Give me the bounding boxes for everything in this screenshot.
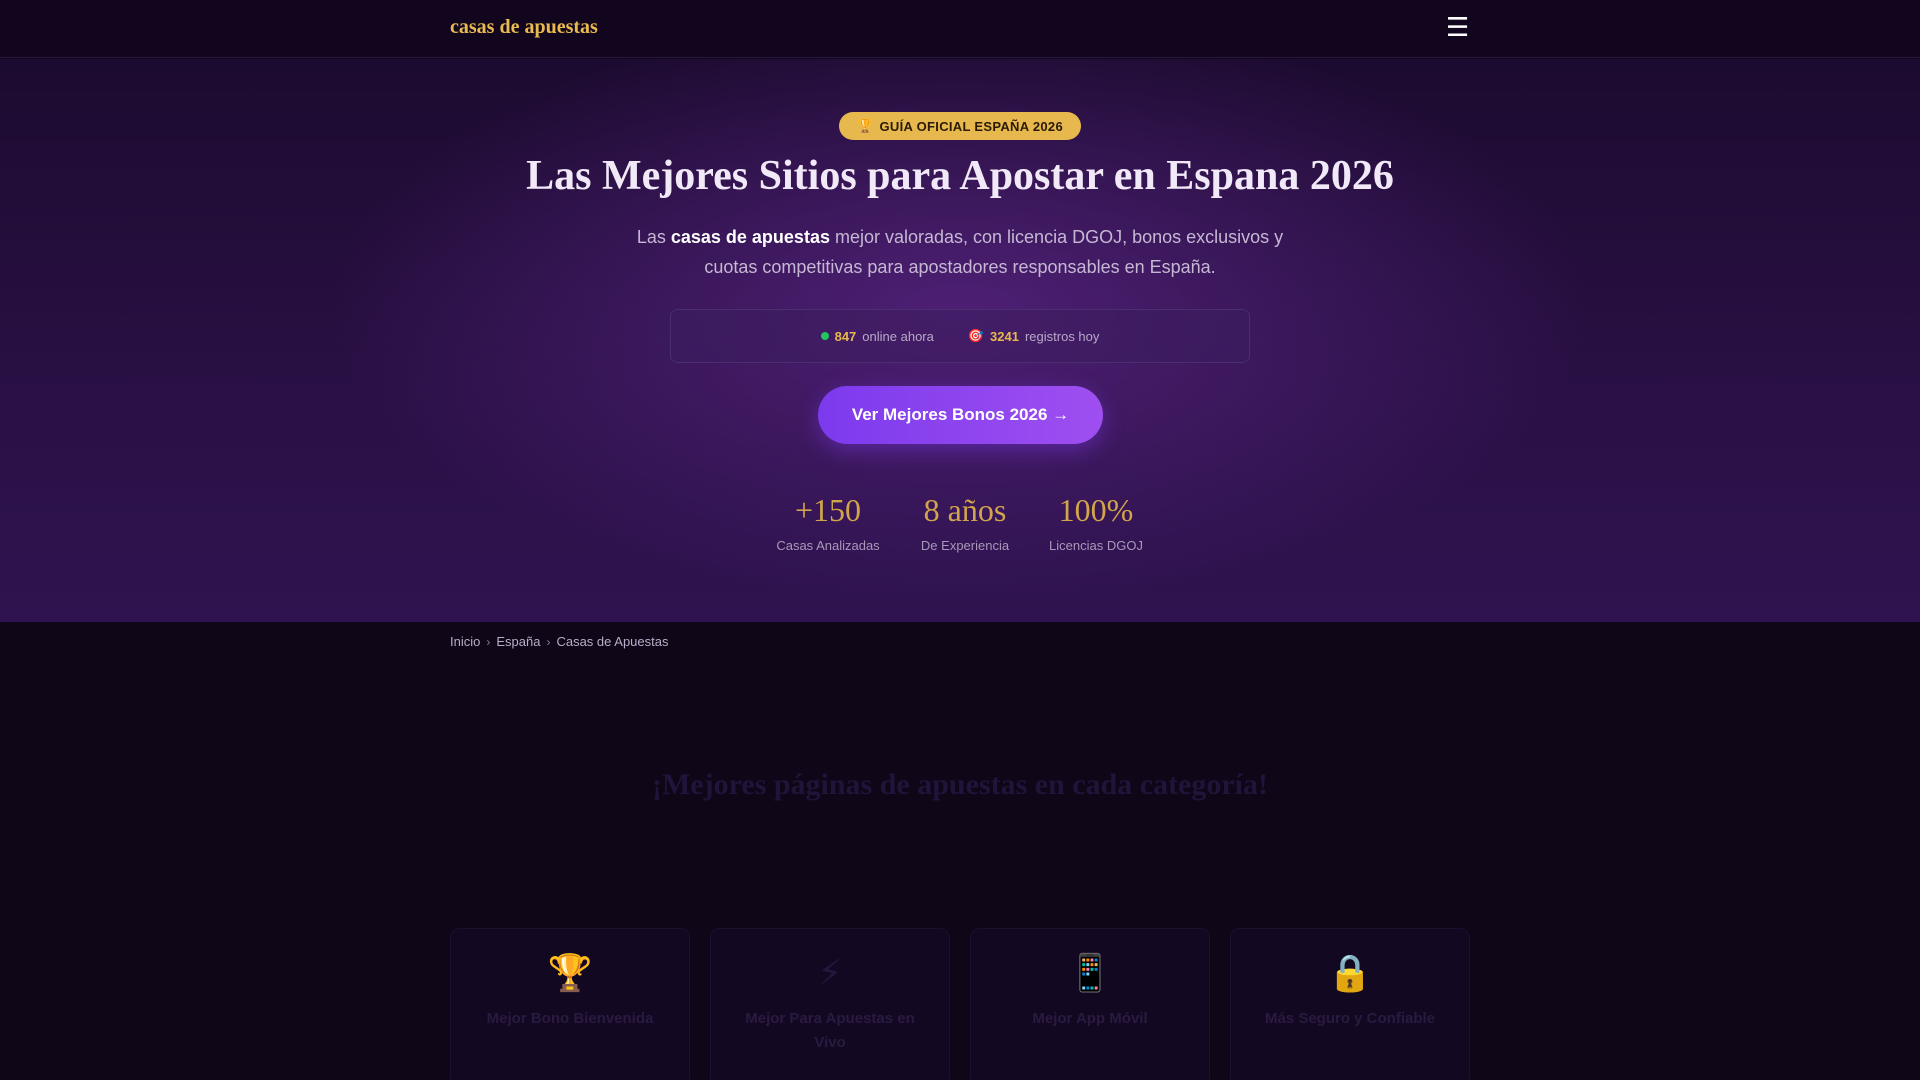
hero-desc-keyword: casas de apuestas (670, 227, 830, 247)
stat-label: Licencias DGOJ (1049, 538, 1143, 553)
lightning-icon: ⚡ (817, 952, 843, 993)
registrations-today-indicator: 🎯 3241 registros hoy (968, 328, 1100, 344)
online-now-indicator: 847 online ahora (820, 328, 934, 344)
registrations-label: registros hoy (1024, 328, 1100, 344)
category-card-seguro[interactable]: 🔒 Más Seguro y Confiable (1230, 928, 1470, 1080)
best-bonuses-cta-button[interactable]: Ver Mejores Bonos 2026 → (818, 386, 1103, 444)
brand-logo-text[interactable]: casas de apuestas (450, 16, 598, 39)
breadcrumb: Inicio › España › Casas de Apuestas (450, 634, 668, 649)
breadcrumb-separator: › (546, 634, 551, 649)
badge-text: GUÍA OFICIAL ESPAÑA 2026 (879, 118, 1063, 134)
online-count: 847 (834, 328, 857, 344)
trophy-icon: 🏆 (547, 952, 593, 993)
stat-value: 8 años (923, 492, 1007, 528)
stat-value: 100% (1058, 492, 1134, 528)
breadcrumb-item-espana[interactable]: España (496, 634, 540, 649)
category-card-en-vivo[interactable]: ⚡ Mejor Para Apuestas en Vivo (710, 928, 950, 1080)
official-guide-badge: 🏆 GUÍA OFICIAL ESPAÑA 2026 (839, 112, 1081, 140)
target-icon: 🎯 (967, 328, 985, 343)
registrations-count: 3241 (990, 328, 1019, 344)
page-title: Las Mejores Sitios para Apostar en Espan… (526, 153, 1394, 199)
hamburger-menu-icon[interactable]: ☰ (1446, 12, 1469, 42)
card-title: Más Seguro y Confiable (1264, 1010, 1436, 1027)
online-label: online ahora (862, 328, 934, 344)
stat-licencias: 100% Licencias DGOJ (1040, 488, 1152, 553)
category-card-bono[interactable]: 🏆 Mejor Bono Bienvenida (450, 928, 690, 1080)
stat-label: Casas Analizadas (776, 538, 880, 553)
card-title: Mejor App Móvil (1032, 1010, 1148, 1027)
hero-desc-before: Las (636, 227, 671, 247)
top-navbar: casas de apuestas ☰ (0, 0, 1920, 58)
stat-experiencia: 8 años De Experiencia (908, 488, 1022, 553)
card-title: Mejor Bono Bienvenida (486, 1010, 654, 1027)
breadcrumb-item-current: Casas de Apuestas (556, 634, 669, 649)
category-card-app[interactable]: 📱 Mejor App Móvil (970, 928, 1210, 1080)
stat-value: +150 (794, 492, 862, 528)
mobile-phone-icon: 📱 (1067, 952, 1113, 993)
categories-section-title: ¡Mejores páginas de apuestas en cada cat… (651, 768, 1269, 801)
hero-description: Las casas de apuestas mejor valoradas, c… (630, 222, 1290, 282)
live-activity-box: 847 online ahora 🎯 3241 registros hoy (670, 309, 1250, 363)
breadcrumb-item-inicio[interactable]: Inicio (450, 634, 480, 649)
online-dot-icon (820, 332, 829, 340)
trophy-icon: 🏆 (857, 118, 874, 133)
stat-label: De Experiencia (920, 538, 1010, 553)
breadcrumb-separator: › (486, 634, 491, 649)
lock-icon: 🔒 (1327, 952, 1373, 993)
stat-casas-analizadas: +150 Casas Analizadas (766, 488, 890, 553)
card-title: Mejor Para Apuestas en Vivo (745, 1010, 915, 1051)
